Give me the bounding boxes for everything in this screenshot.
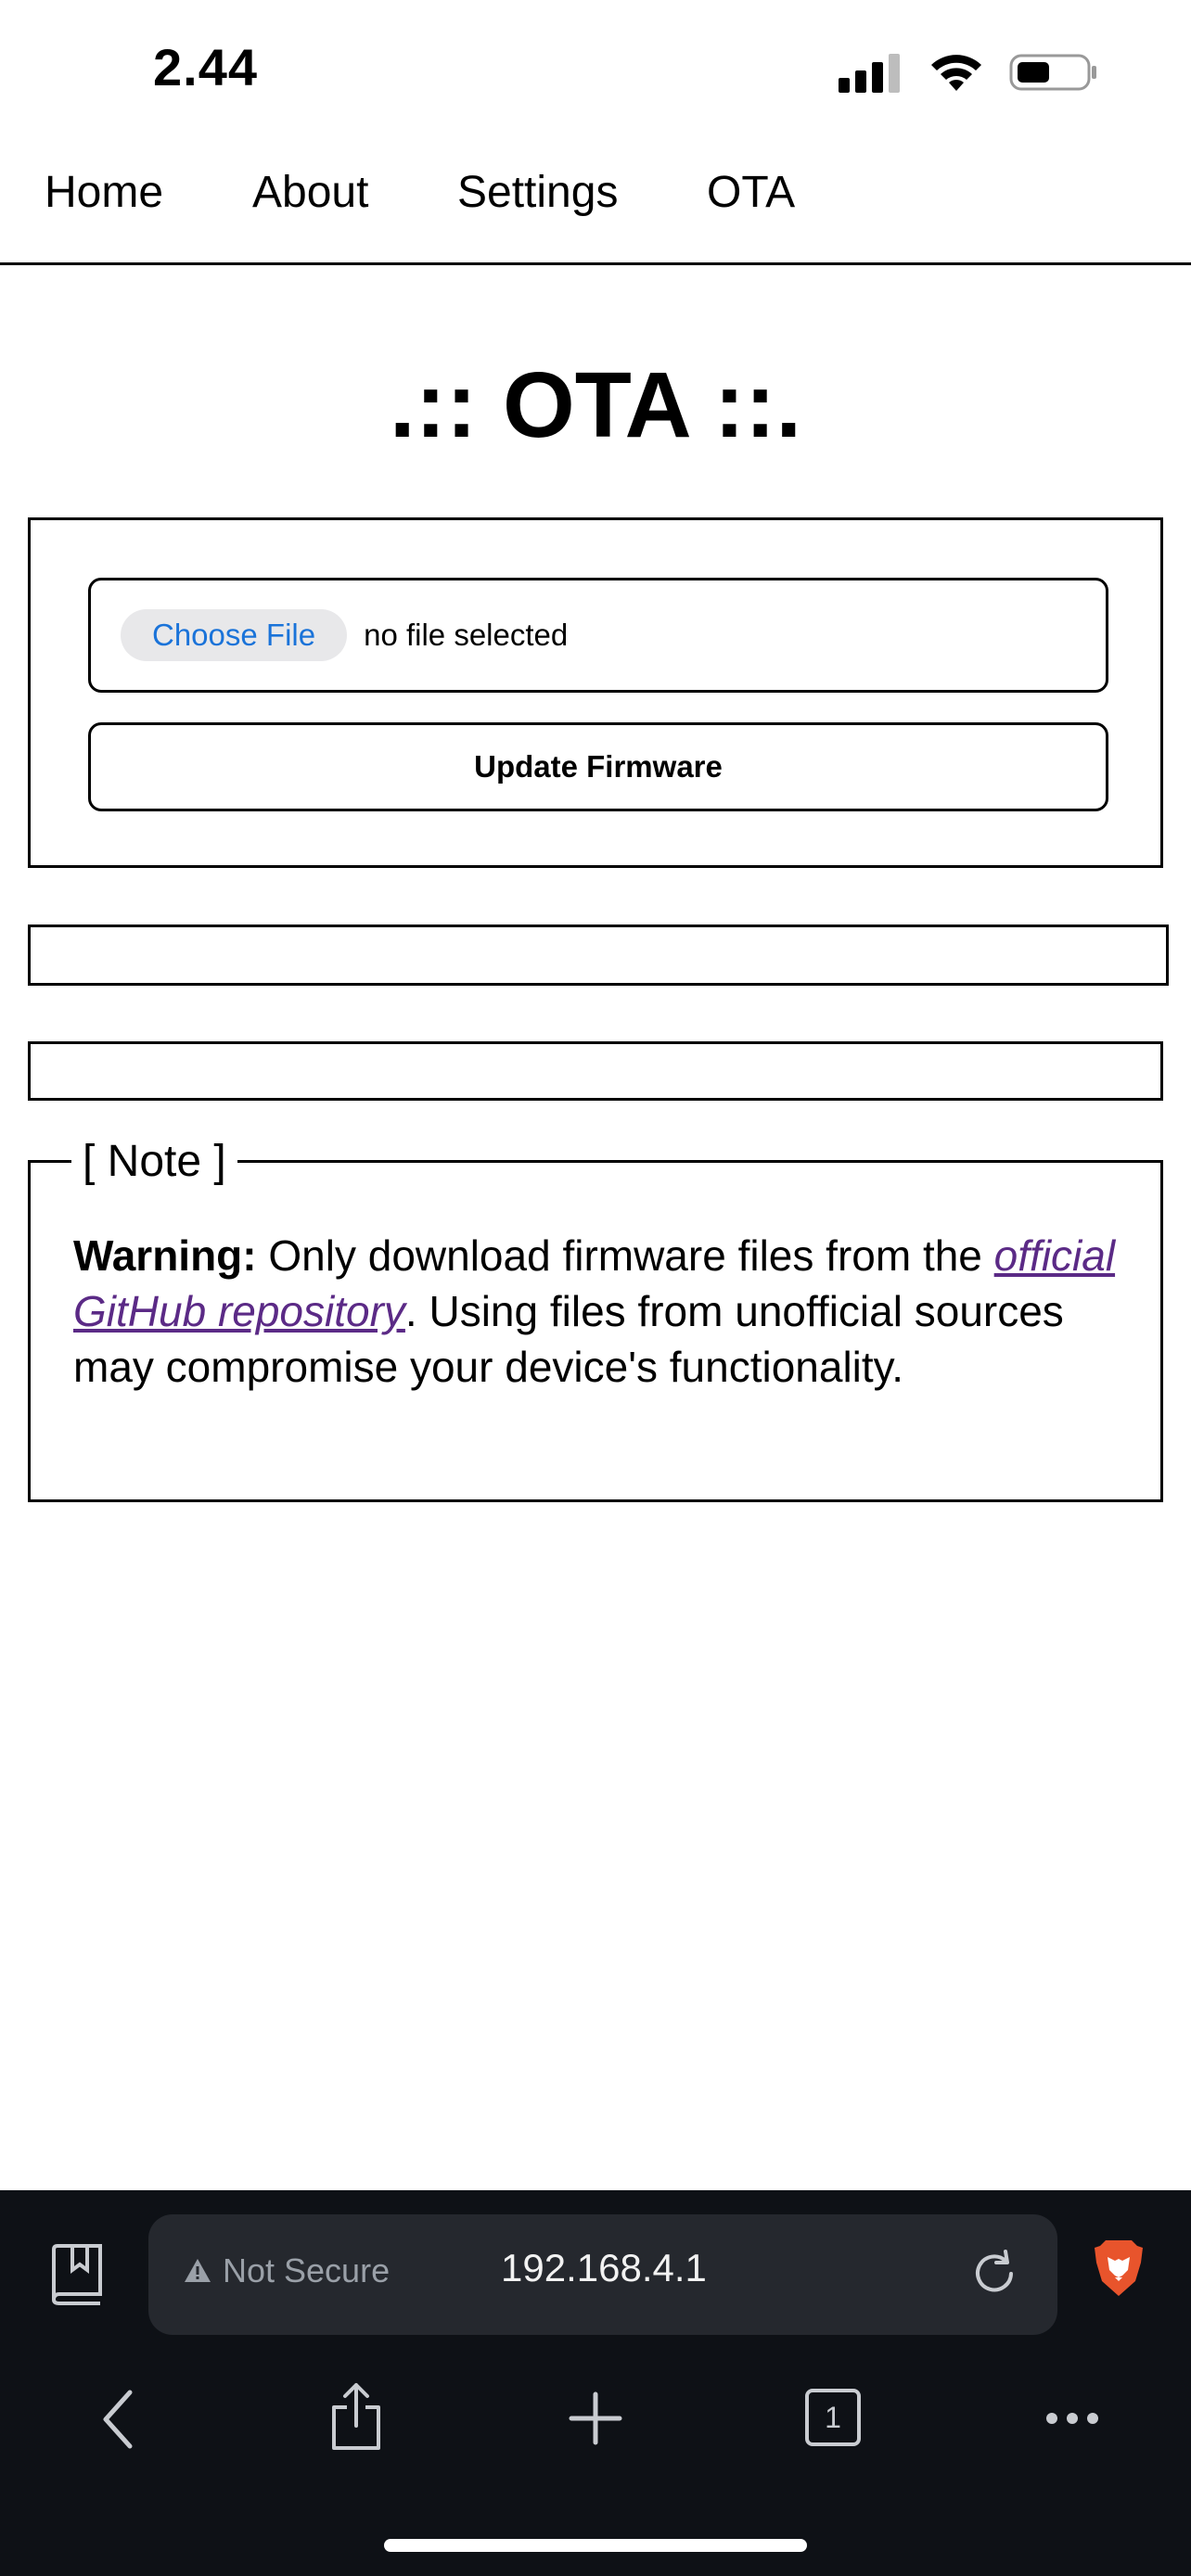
tabs-icon[interactable]: 1 [805, 2389, 861, 2446]
update-firmware-button[interactable]: Update Firmware [88, 722, 1108, 811]
status-icons [839, 46, 1098, 98]
screen: 2.44 Home About Settings OTA .:: OTA::.… [0, 0, 1191, 2576]
new-tab-icon[interactable] [568, 2391, 623, 2446]
status-box [28, 1041, 1163, 1101]
nav-link-ota[interactable]: OTA [707, 167, 795, 218]
file-input[interactable]: Choose File no file selected [88, 578, 1108, 693]
nav-link-about[interactable]: About [252, 167, 368, 218]
note-legend: [ Note ] [83, 1137, 226, 1186]
battery-icon [1009, 54, 1096, 91]
nav-link-home[interactable]: Home [45, 167, 163, 218]
cellular-signal-icon [839, 54, 900, 93]
note-text: Warning: Only download firmware files fr… [73, 1228, 1118, 1395]
wifi-icon [931, 55, 981, 91]
warning-label: Warning: [73, 1231, 257, 1280]
url-field[interactable]: Not Secure 192.168.4.1 [148, 2214, 1057, 2335]
security-indicator[interactable]: Not Secure [184, 2251, 390, 2290]
url-text[interactable]: 192.168.4.1 [501, 2246, 707, 2290]
file-status: no file selected [364, 618, 569, 652]
back-icon[interactable] [96, 2387, 143, 2452]
nav-link-settings[interactable]: Settings [457, 167, 618, 218]
choose-file-button[interactable]: Choose File [121, 609, 348, 661]
more-icon[interactable] [1044, 2409, 1100, 2428]
top-nav: Home About Settings OTA [0, 158, 1191, 265]
security-label: Not Secure [223, 2251, 391, 2289]
warning-icon [185, 2259, 211, 2282]
bookmarks-icon[interactable] [48, 2242, 108, 2307]
progress-box [28, 925, 1169, 986]
brave-lion-icon[interactable] [1093, 2238, 1145, 2298]
page-title: .:: OTA ::. [389, 353, 802, 457]
status-time: 2.44 [153, 38, 258, 96]
status-bar: 2.44 [0, 0, 1191, 139]
share-icon[interactable] [328, 2381, 384, 2452]
reload-icon[interactable] [968, 2248, 1020, 2300]
browser-toolbar: Not Secure 192.168.4.1 1 [0, 2190, 1191, 2576]
upload-form: Choose File no file selected Update Firm… [28, 517, 1163, 868]
home-indicator [384, 2539, 807, 2552]
note-text-before-link: Only download firmware files from the [256, 1231, 994, 1280]
note-box: [ Note ] Warning: Only download firmware… [28, 1136, 1163, 1502]
